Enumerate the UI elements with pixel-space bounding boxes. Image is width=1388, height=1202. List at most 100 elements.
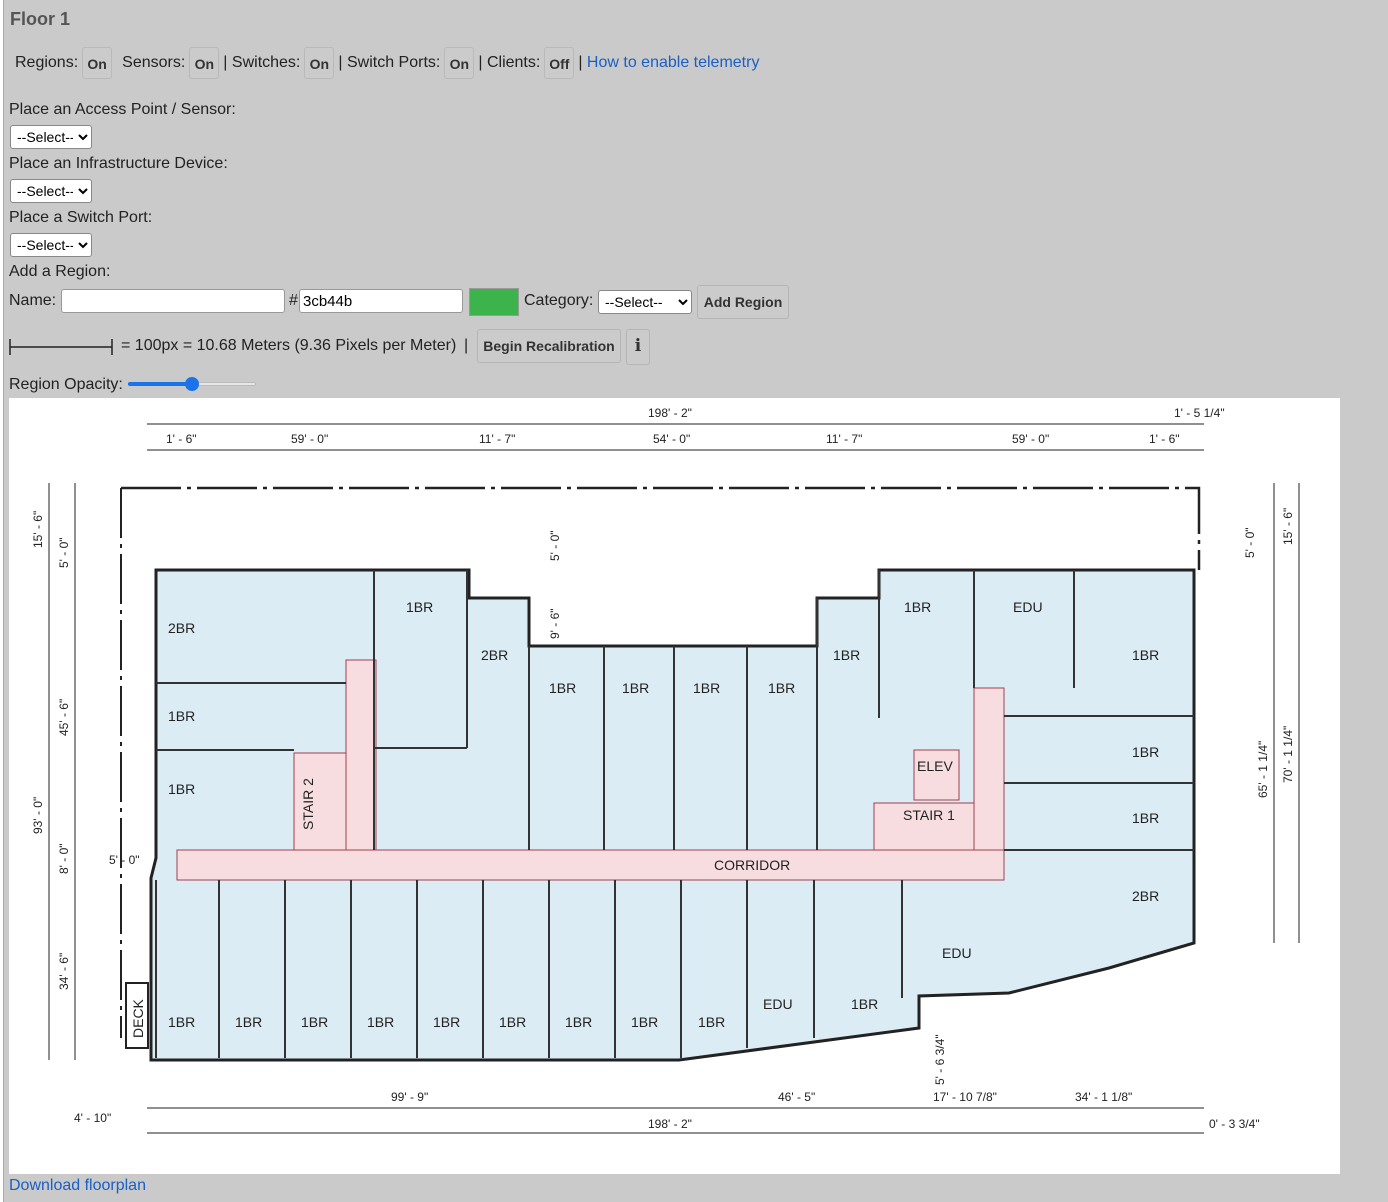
room-label: 1BR: [168, 781, 195, 797]
elevator-label: ELEV: [917, 758, 953, 774]
region-color-swatch[interactable]: [469, 288, 519, 316]
scale-text: = 100px = 10.68 Meters (9.36 Pixels per …: [121, 337, 457, 354]
region-name-label: Name:: [9, 292, 57, 309]
telemetry-help-link[interactable]: How to enable telemetry: [587, 54, 760, 72]
room-label: EDU: [942, 945, 972, 961]
layer-toggles: Regions: On Sensors: On | Switches: On |…: [15, 46, 759, 80]
dimension-label: 59' - 0": [291, 432, 328, 446]
separator: |: [223, 54, 228, 71]
room-label: 2BR: [168, 620, 195, 636]
hash-label: #: [289, 292, 298, 309]
scale-bar-icon: [9, 339, 113, 355]
room-label: 2BR: [1132, 888, 1159, 904]
add-region-button[interactable]: Add Region: [697, 285, 789, 319]
place-infra-select[interactable]: --Select--: [10, 179, 92, 203]
dimension-label: 5' - 6 3/4": [933, 1034, 947, 1085]
room-label: 1BR: [168, 708, 195, 724]
stair-label: STAIR 1: [903, 807, 955, 823]
switches-toggle-button[interactable]: On: [304, 47, 335, 79]
dimension-label: 11' - 7": [479, 432, 515, 446]
separator: |: [478, 54, 483, 71]
dimension-label: 1' - 6": [166, 432, 197, 446]
dimension-label: 0' - 3 3/4": [1209, 1117, 1260, 1131]
corridor-label: CORRIDOR: [714, 857, 790, 873]
floor-panel: Floor 1 Regions: On Sensors: On | Switch…: [3, 0, 1388, 1202]
room-label: 1BR: [693, 680, 720, 696]
download-floorplan-link[interactable]: Download floorplan: [9, 1177, 146, 1195]
dimension-label: 46' - 5": [778, 1090, 815, 1104]
dimension-label: 8' - 0": [57, 843, 71, 874]
region-opacity-label: Region Opacity:: [9, 376, 123, 393]
room-label: 1BR: [851, 996, 878, 1012]
floor-title: Floor 1: [10, 9, 71, 29]
dimension-label: 15' - 6": [1281, 508, 1295, 545]
dimension-label: 11' - 7": [826, 432, 862, 446]
room-label: 1BR: [367, 1014, 394, 1030]
room-label: 1BR: [549, 680, 576, 696]
place-infra-label: Place an Infrastructure Device:: [9, 155, 228, 172]
dimension-label: 4' - 10": [74, 1111, 111, 1125]
dimension-label: 34' - 6": [57, 953, 71, 990]
room-label: 2BR: [481, 647, 508, 663]
add-region-label: Add a Region:: [9, 263, 111, 280]
room-label: 1BR: [406, 599, 433, 615]
room-label: EDU: [763, 996, 793, 1012]
regions-toggle-button[interactable]: On: [82, 47, 113, 79]
room-label: 1BR: [235, 1014, 262, 1030]
place-port-select[interactable]: --Select--: [10, 233, 92, 257]
regions-label: Regions:: [15, 54, 79, 71]
dimension-label: 5' - 0": [109, 853, 140, 867]
dimension-label: 198' - 2": [648, 1117, 692, 1131]
separator: |: [338, 54, 343, 71]
separator: |: [464, 337, 469, 354]
dimension-label: 15' - 6": [31, 511, 45, 548]
room-label: 1BR: [499, 1014, 526, 1030]
category-label: Category:: [524, 292, 594, 309]
room-label: 1BR: [698, 1014, 725, 1030]
room-label: 1BR: [1132, 647, 1159, 663]
dimension-label: 5' - 0": [1243, 527, 1257, 558]
dimension-label: 54' - 0": [653, 432, 690, 446]
dimension-label: 17' - 10 7/8": [933, 1090, 997, 1104]
switch-ports-toggle-button[interactable]: On: [444, 47, 475, 79]
region-opacity-slider[interactable]: [128, 377, 256, 391]
clients-label: Clients:: [486, 54, 541, 71]
dimension-label: 198' - 2": [648, 406, 692, 420]
dimension-label: 34' - 1 1/8": [1075, 1090, 1132, 1104]
switches-label: Switches:: [231, 54, 301, 71]
slider-thumb[interactable]: [185, 377, 199, 391]
begin-recalibration-button[interactable]: Begin Recalibration: [477, 329, 621, 363]
dimension-label: 99' - 9": [391, 1090, 428, 1104]
info-button[interactable]: i: [626, 329, 650, 365]
region-color-hex-input[interactable]: [299, 289, 463, 313]
floorplan-image[interactable]: 2BR 1BR 2BR 1BR 1BR 1BR 1BR 1BR 1BR 1BR …: [9, 398, 1340, 1174]
room-label: 1BR: [1132, 744, 1159, 760]
room-label: 1BR: [904, 599, 931, 615]
room-label: 1BR: [833, 647, 860, 663]
room-label: 1BR: [433, 1014, 460, 1030]
region-name-input[interactable]: [61, 289, 285, 313]
dimension-label: 1' - 5 1/4": [1174, 406, 1225, 420]
room-label: 1BR: [1132, 810, 1159, 826]
dimension-label: 59' - 0": [1012, 432, 1049, 446]
deck-label: DECK: [130, 998, 146, 1038]
room-label: 1BR: [565, 1014, 592, 1030]
dimension-label: 9' - 6": [548, 608, 562, 639]
dimension-label: 5' - 0": [57, 537, 71, 568]
switch-ports-label: Switch Ports:: [346, 54, 441, 71]
dimension-label: 1' - 6": [1149, 432, 1180, 446]
sensors-toggle-button[interactable]: On: [189, 47, 220, 79]
dimension-label: 65' - 1 1/4": [1256, 741, 1270, 798]
dimension-label: 70' - 1 1/4": [1281, 726, 1295, 783]
clients-toggle-button[interactable]: Off: [544, 47, 575, 79]
room-label: 1BR: [301, 1014, 328, 1030]
room-label: 1BR: [631, 1014, 658, 1030]
dimension-label: 93' - 0": [31, 797, 45, 834]
region-category-select[interactable]: --Select--: [598, 290, 692, 314]
room-label: 1BR: [622, 680, 649, 696]
sensors-label: Sensors:: [122, 54, 186, 71]
room-label: 1BR: [768, 680, 795, 696]
place-ap-label: Place an Access Point / Sensor:: [9, 101, 236, 118]
room-label: 1BR: [168, 1014, 195, 1030]
place-ap-select[interactable]: --Select--: [10, 125, 92, 149]
